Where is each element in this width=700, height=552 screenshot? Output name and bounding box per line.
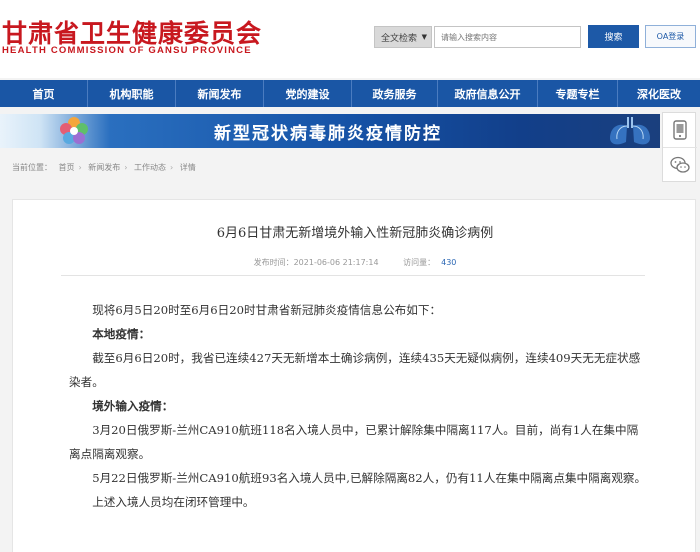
article-container: 6月6日甘肃无新增境外输入性新冠肺炎确诊病例 发布时间：2021-06-06 2… [12,199,696,552]
banner-title: 新型冠状病毒肺炎疫情防控 [214,124,442,144]
breadcrumb: 当前位置： 首页 › 新闻发布 › 工作动态 › 详情 [12,162,200,173]
breadcrumb-work-updates[interactable]: 工作动态 [134,163,166,172]
breadcrumb-prefix: 当前位置： [12,163,52,172]
chevron-down-icon: ▼ [421,33,427,41]
nav-item-special-topics[interactable]: 专题专栏 [538,80,618,107]
article-paragraph: 现将6月5日20时至6月6日20时甘肃省新冠肺炎疫情信息公布如下： [92,303,442,317]
covid-banner[interactable]: 新型冠状病毒肺炎疫情防控 [0,114,660,148]
article-meta: 发布时间：2021-06-06 21:17:14 访问量： 430 [13,257,697,268]
search-scope-label: 全文检索 [381,33,418,44]
article-paragraph: 5月22日俄罗斯-兰州CA910航班93名入境人员中,已解除隔离82人，仍有11… [92,471,647,485]
nav-item-institution[interactable]: 机构职能 [88,80,176,107]
site-logo-en: HEALTH COMMISSION OF GANSU PROVINCE [2,45,252,56]
lung-icon [610,117,650,145]
breadcrumb-news[interactable]: 新闻发布 [88,163,120,172]
breadcrumb-separator: › [124,163,128,172]
oa-login-button[interactable]: OA登录 [645,25,696,48]
article-paragraph: 3月20日俄罗斯-兰州CA910航班118名入境人员中，已累计解除集中隔离117… [69,423,639,461]
wechat-icon[interactable] [663,147,697,181]
breadcrumb-home[interactable]: 首页 [59,163,75,172]
mobile-icon[interactable] [663,113,697,147]
flower-logo-icon [60,117,88,144]
published-value: 2021-06-06 21:17:14 [293,258,379,267]
article-title: 6月6日甘肃无新增境外输入性新冠肺炎确诊病例 [216,226,494,241]
article-paragraph: 截至6月6日20时，我省已连续427天无新增本土确诊病例，连续435天无疑似病例… [69,351,641,389]
nav-item-services[interactable]: 政务服务 [352,80,438,107]
site-header: 甘肃省卫生健康委员会 HEALTH COMMISSION OF GANSU PR… [0,0,700,78]
nav-item-home[interactable]: 首页 [0,80,88,107]
nav-item-news[interactable]: 新闻发布 [176,80,264,107]
breadcrumb-separator: › [78,163,82,172]
breadcrumb-current: 详情 [179,163,196,172]
nav-item-party[interactable]: 党的建设 [264,80,352,107]
views-label: 访问量： [403,258,436,267]
breadcrumb-separator: › [170,163,174,172]
search-input[interactable] [434,26,581,48]
main-nav: 首页 机构职能 新闻发布 党的建设 政务服务 政府信息公开 专题专栏 深化医改 [0,80,700,107]
published-label: 发布时间： [253,258,294,267]
article-body: 现将6月5日20时至6月6日20时甘肃省新冠肺炎疫情信息公布如下： 本地疫情： … [69,298,649,514]
views-count: 430 [441,258,457,267]
title-divider [61,275,645,276]
section-heading-imported: 境外输入疫情： [92,399,174,413]
article-paragraph: 上述入境人员均在闭环管理中。 [92,495,255,509]
nav-item-info-disclosure[interactable]: 政府信息公开 [438,80,538,107]
search-button[interactable]: 搜索 [588,25,639,48]
nav-item-medical-reform[interactable]: 深化医改 [618,80,700,107]
section-heading-local: 本地疫情： [92,327,151,341]
side-float-panel [662,112,697,182]
search-scope-select[interactable]: 全文检索 ▼ [374,26,432,48]
